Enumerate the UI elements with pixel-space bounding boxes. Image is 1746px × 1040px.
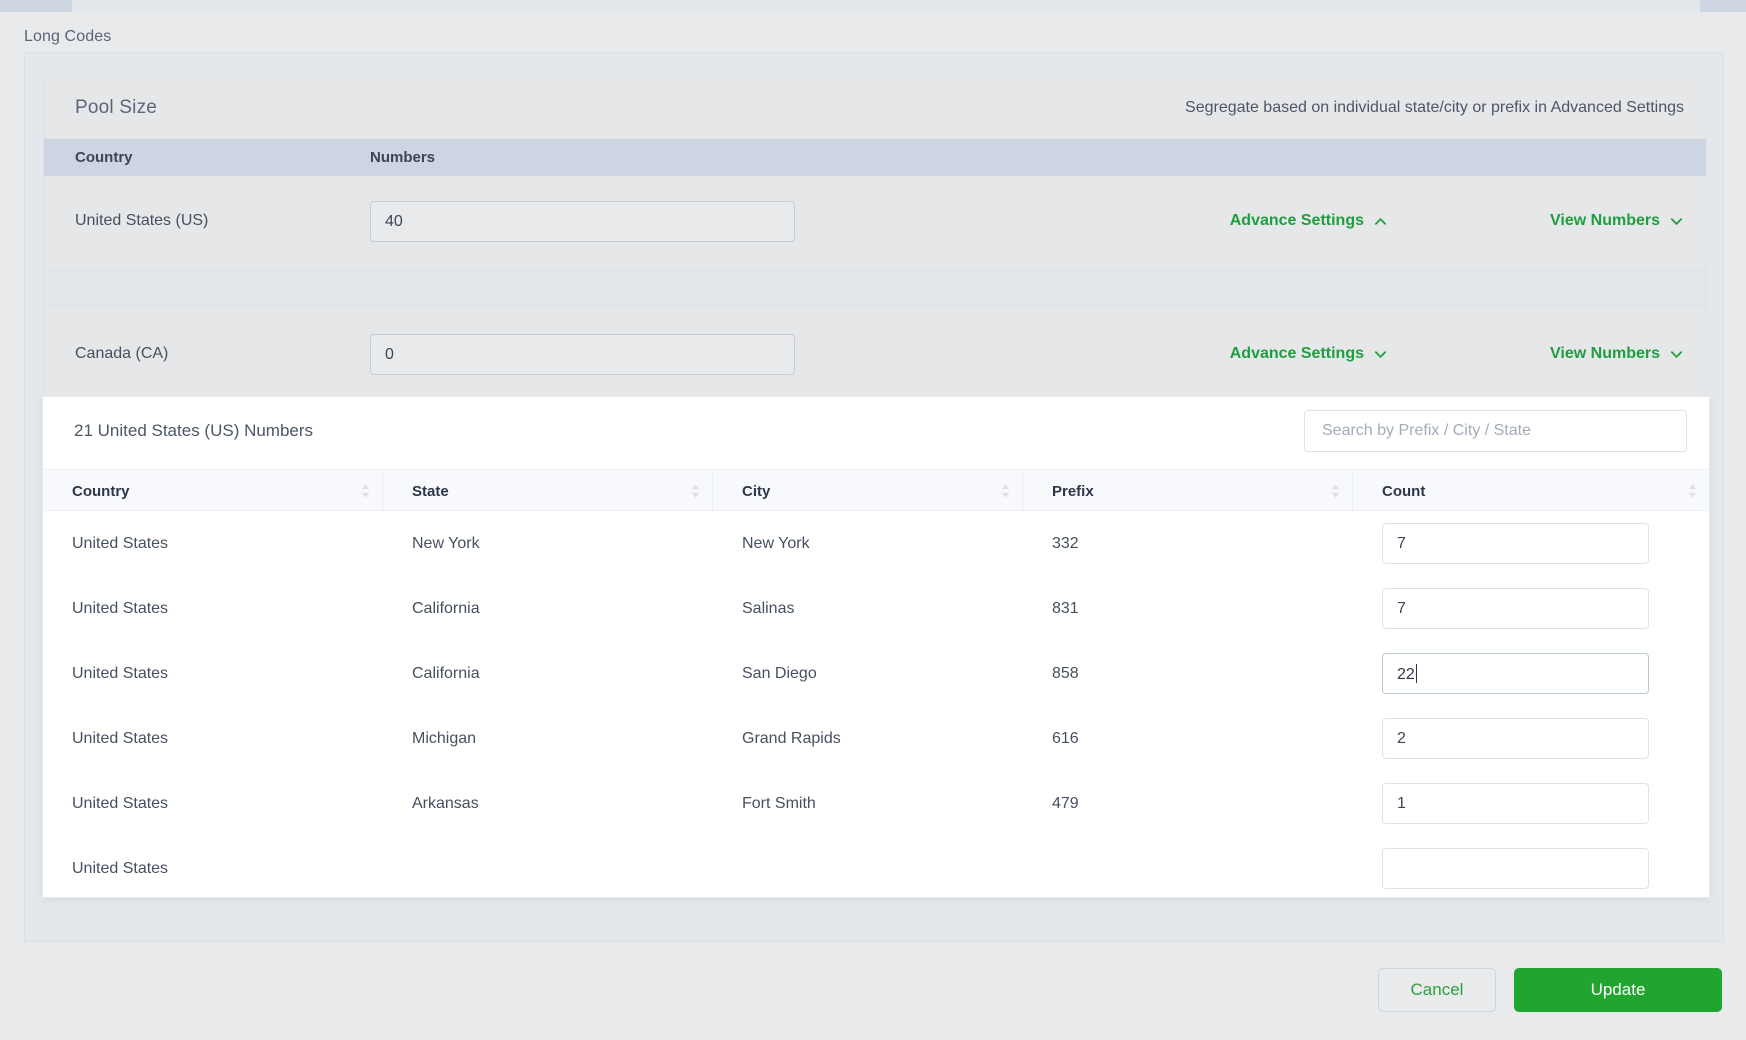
numbers-table-column-header: Country State City	[43, 469, 1709, 511]
dialog-actions: Cancel Update	[1378, 968, 1722, 1012]
cell-state	[383, 836, 713, 897]
view-numbers-link-us[interactable]: View Numbers	[1550, 212, 1684, 230]
cell-country: United States	[43, 706, 383, 771]
pool-numbers-input-us[interactable]	[370, 201, 795, 242]
pool-size-panel: Pool Size Segregate based on individual …	[43, 78, 1707, 875]
count-input[interactable]	[1382, 588, 1649, 629]
cell-prefix: 831	[1023, 576, 1353, 641]
count-input[interactable]	[1382, 848, 1649, 889]
count-input[interactable]	[1382, 783, 1649, 824]
view-numbers-label-ca: View Numbers	[1550, 345, 1660, 363]
cell-count	[1353, 771, 1709, 836]
numbers-table-body: United States New York New York 332 Unit…	[43, 511, 1709, 897]
advance-settings-link-us[interactable]: Advance Settings	[1230, 212, 1388, 230]
cell-country: United States	[43, 576, 383, 641]
cell-state: Michigan	[383, 706, 713, 771]
page-root: Long Codes Pool Size Segregate based on …	[0, 0, 1746, 1040]
sort-icon	[360, 483, 371, 499]
pool-size-title: Pool Size	[75, 97, 157, 119]
count-input-focused[interactable]: 22	[1382, 653, 1649, 694]
count-input-value: 22	[1397, 666, 1415, 683]
numbers-table-header: 21 United States (US) Numbers	[43, 397, 1709, 469]
cell-state: California	[383, 641, 713, 706]
table-row-partial: United States	[43, 836, 1709, 897]
column-header-state[interactable]: State	[383, 470, 713, 512]
cell-count	[1353, 511, 1709, 576]
cell-city: Fort Smith	[713, 771, 1023, 836]
pool-size-header: Pool Size Segregate based on individual …	[44, 79, 1706, 139]
sort-icon	[690, 483, 701, 499]
table-row: United States California Salinas 831	[43, 576, 1709, 641]
column-header-city-label: City	[742, 483, 770, 500]
chevron-down-icon	[1669, 214, 1684, 229]
pool-spacer-row	[44, 269, 1706, 309]
table-row: United States Arkansas Fort Smith 479	[43, 771, 1709, 836]
cell-city: New York	[713, 511, 1023, 576]
cell-city: Salinas	[713, 576, 1023, 641]
sort-icon	[1330, 483, 1341, 499]
pool-row-canada: Canada (CA) Advance Settings View Number…	[44, 309, 1706, 402]
column-header-state-label: State	[412, 483, 449, 500]
column-header-city[interactable]: City	[713, 470, 1023, 512]
pool-row-country-label-ca: Canada (CA)	[75, 345, 168, 363]
search-input[interactable]	[1304, 410, 1687, 452]
cell-prefix: 332	[1023, 511, 1353, 576]
top-strip-inner	[72, 0, 1700, 12]
numbers-table-panel: 21 United States (US) Numbers Country St…	[43, 397, 1709, 897]
column-header-count-label: Count	[1382, 483, 1425, 500]
column-header-country[interactable]: Country	[43, 470, 383, 512]
table-row: United States New York New York 332	[43, 511, 1709, 576]
numbers-table-title: 21 United States (US) Numbers	[74, 421, 313, 441]
cell-state: New York	[383, 511, 713, 576]
view-numbers-link-ca[interactable]: View Numbers	[1550, 345, 1684, 363]
column-header-count[interactable]: Count	[1353, 470, 1709, 512]
table-row: United States California San Diego 858 2…	[43, 641, 1709, 706]
text-caret	[1416, 664, 1417, 683]
cell-country: United States	[43, 641, 383, 706]
pool-column-header: Country Numbers	[44, 139, 1706, 176]
table-row: United States Michigan Grand Rapids 616	[43, 706, 1709, 771]
cell-count	[1353, 576, 1709, 641]
column-header-prefix-label: Prefix	[1052, 483, 1094, 500]
advance-settings-link-ca[interactable]: Advance Settings	[1230, 345, 1388, 363]
top-strip	[0, 0, 1746, 12]
pool-row-country-label: United States (US)	[75, 212, 208, 230]
cell-prefix: 616	[1023, 706, 1353, 771]
advance-settings-label: Advance Settings	[1230, 212, 1364, 230]
chevron-up-icon	[1373, 214, 1388, 229]
pool-row-united-states: United States (US) Advance Settings View…	[44, 176, 1706, 269]
cell-country: United States	[43, 836, 383, 897]
cancel-button[interactable]: Cancel	[1378, 968, 1496, 1012]
cell-country: United States	[43, 771, 383, 836]
cell-state: Arkansas	[383, 771, 713, 836]
pool-size-note: Segregate based on individual state/city…	[1185, 99, 1684, 117]
cell-city: San Diego	[713, 641, 1023, 706]
pool-numbers-input-ca[interactable]	[370, 334, 795, 375]
update-button[interactable]: Update	[1514, 968, 1722, 1012]
cell-count	[1353, 836, 1709, 897]
cell-prefix	[1023, 836, 1353, 897]
cell-prefix: 858	[1023, 641, 1353, 706]
sort-icon	[1000, 483, 1011, 499]
sort-icon	[1687, 483, 1698, 499]
chevron-down-icon	[1669, 347, 1684, 362]
cell-prefix: 479	[1023, 771, 1353, 836]
advance-settings-label-ca: Advance Settings	[1230, 345, 1364, 363]
column-header-country-label: Country	[72, 483, 130, 500]
section-label: Long Codes	[24, 28, 111, 46]
cell-state: California	[383, 576, 713, 641]
cell-country: United States	[43, 511, 383, 576]
cell-count: 22	[1353, 641, 1709, 706]
pool-col-numbers: Numbers	[370, 149, 435, 166]
long-codes-card: Pool Size Segregate based on individual …	[24, 52, 1724, 942]
view-numbers-label: View Numbers	[1550, 212, 1660, 230]
cell-city	[713, 836, 1023, 897]
cell-count	[1353, 706, 1709, 771]
pool-col-country: Country	[75, 149, 133, 166]
chevron-down-icon	[1373, 347, 1388, 362]
count-input[interactable]	[1382, 718, 1649, 759]
column-header-prefix[interactable]: Prefix	[1023, 470, 1353, 512]
count-input[interactable]	[1382, 523, 1649, 564]
cell-city: Grand Rapids	[713, 706, 1023, 771]
